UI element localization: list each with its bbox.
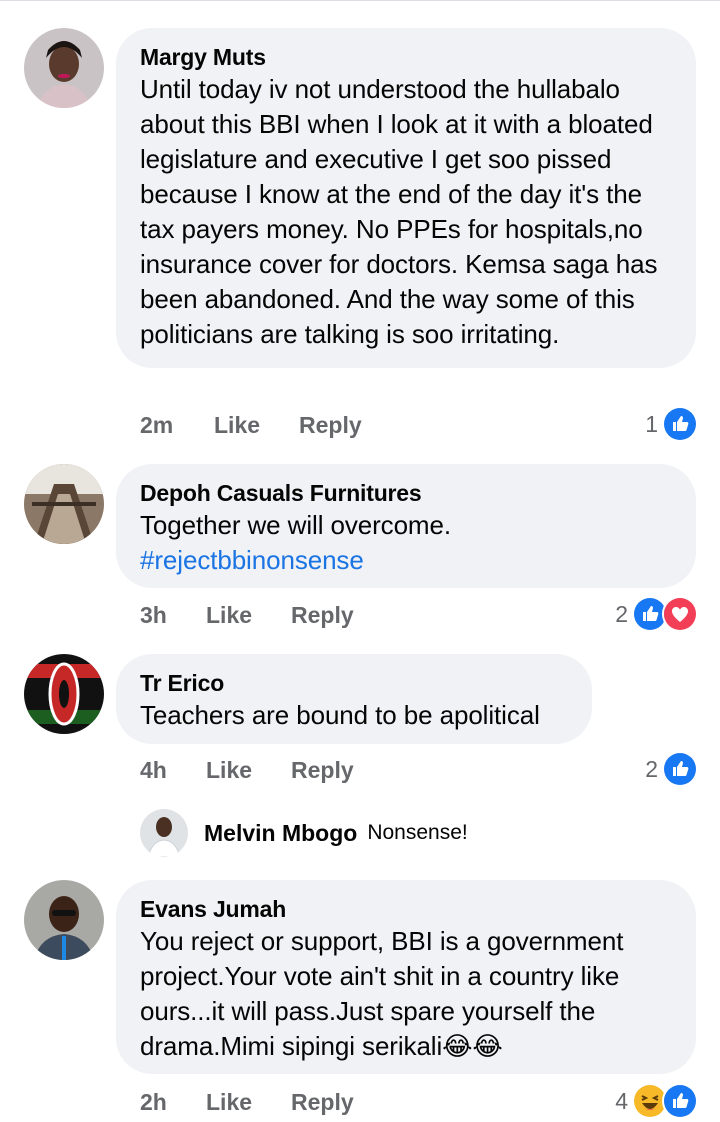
reaction-summary[interactable]: 2: [615, 596, 698, 632]
comment-text: Together we will overcome.: [140, 510, 451, 540]
comment-author[interactable]: Depoh Casuals Furnitures: [140, 478, 672, 508]
reply-preview[interactable]: Melvin Mbogo Nonsense!: [140, 808, 468, 858]
comment-bubble: Margy Muts Until today iv not understood…: [116, 28, 696, 368]
reply-author[interactable]: Melvin Mbogo: [204, 820, 357, 847]
avatar[interactable]: [24, 654, 104, 734]
hashtag-link[interactable]: #rejectbbinonsense: [140, 543, 672, 578]
reaction-count: 4: [615, 1087, 628, 1114]
comment-text: Until today iv not understood the hullab…: [140, 74, 658, 349]
reaction-summary[interactable]: 4: [615, 1083, 698, 1119]
comment-bubble: Evans Jumah You reject or support, BBI i…: [116, 880, 696, 1074]
avatar[interactable]: [24, 880, 104, 960]
like-icon: [662, 751, 698, 787]
comment-author[interactable]: Evans Jumah: [140, 894, 672, 924]
avatar: [140, 809, 188, 857]
love-icon: [662, 596, 698, 632]
comment-text: Teachers are bound to be apolitical: [140, 700, 540, 730]
comment-author[interactable]: Margy Muts: [140, 42, 672, 72]
avatar[interactable]: [24, 464, 104, 544]
reply-button[interactable]: Reply: [299, 412, 362, 439]
reaction-summary[interactable]: 1: [645, 406, 698, 442]
reply-button[interactable]: Reply: [291, 1089, 354, 1116]
reaction-summary[interactable]: 2: [645, 751, 698, 787]
comment-text: You reject or support, BBI is a governme…: [140, 924, 672, 1064]
reply-button[interactable]: Reply: [291, 602, 354, 629]
comment-timestamp[interactable]: 3h: [140, 602, 167, 629]
comment-timestamp[interactable]: 2h: [140, 1089, 167, 1116]
like-icon: [662, 406, 698, 442]
comment-author[interactable]: Tr Erico: [140, 668, 568, 698]
like-button[interactable]: Like: [214, 412, 260, 439]
like-button[interactable]: Like: [206, 602, 252, 629]
comment-bubble: Tr Erico Teachers are bound to be apolit…: [116, 654, 592, 744]
like-icon: [662, 1083, 698, 1119]
reply-button[interactable]: Reply: [291, 757, 354, 784]
comment-body: You reject or support, BBI is a governme…: [140, 926, 624, 1061]
reaction-count: 2: [645, 755, 658, 782]
avatar[interactable]: [24, 28, 104, 108]
like-button[interactable]: Like: [206, 1089, 252, 1116]
comment-timestamp[interactable]: 4h: [140, 757, 167, 784]
reaction-count: 1: [645, 410, 658, 437]
reply-text: Nonsense!: [367, 821, 468, 844]
like-button[interactable]: Like: [206, 757, 252, 784]
comment-bubble: Depoh Casuals Furnitures Together we wil…: [116, 464, 696, 588]
reaction-count: 2: [615, 600, 628, 627]
tears-of-joy-emoji: 😂😂: [442, 1031, 503, 1061]
comment-timestamp[interactable]: 2m: [140, 412, 173, 439]
top-divider: [0, 0, 720, 6]
